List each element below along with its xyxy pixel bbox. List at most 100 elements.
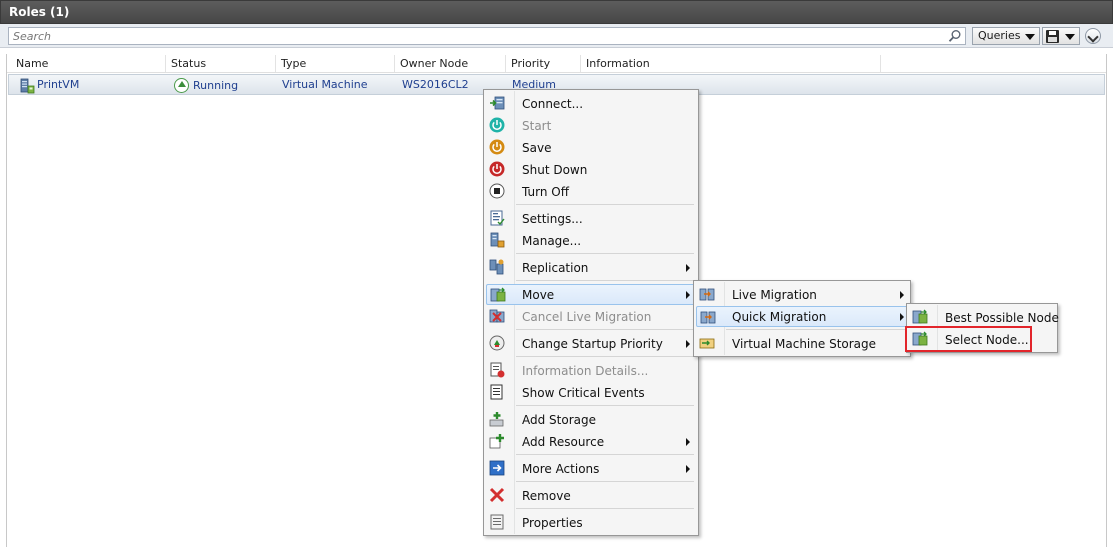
running-status-icon xyxy=(174,78,189,93)
menu-item-add-resource[interactable]: Add Resource xyxy=(486,431,696,452)
chevron-down-icon xyxy=(1025,34,1035,40)
menu-item-connect[interactable]: Connect... xyxy=(486,93,696,114)
context-menu: Connect... Start Save Shut Down Turn Off… xyxy=(483,89,699,536)
column-divider[interactable] xyxy=(275,55,276,72)
virtual-machine-icon xyxy=(20,78,35,94)
submenu-arrow-icon xyxy=(686,465,690,473)
column-header-owner-node[interactable]: Owner Node xyxy=(400,57,468,70)
role-status: Running xyxy=(193,79,239,92)
quick-migration-icon xyxy=(700,311,716,324)
menu-item-quick-migration[interactable]: Quick Migration xyxy=(696,306,908,327)
column-divider[interactable] xyxy=(505,55,506,72)
menu-separator xyxy=(516,204,694,205)
search-icon[interactable] xyxy=(948,29,962,43)
roles-title-bar: Roles (1) xyxy=(0,0,1113,24)
shutdown-icon xyxy=(489,161,505,177)
panel-title: Roles (1) xyxy=(9,5,70,19)
queries-button[interactable]: Queries xyxy=(972,27,1040,45)
menu-item-label: Properties xyxy=(522,516,583,530)
menu-item-more-actions[interactable]: More Actions xyxy=(486,458,696,479)
menu-item-label: Add Storage xyxy=(522,413,596,427)
menu-item-label: Change Startup Priority xyxy=(522,337,663,351)
menu-separator xyxy=(516,405,694,406)
menu-item-label: More Actions xyxy=(522,462,600,476)
column-header-priority[interactable]: Priority xyxy=(511,57,550,70)
submenu-arrow-icon xyxy=(686,291,690,299)
menu-item-shut-down[interactable]: Shut Down xyxy=(486,159,696,180)
expand-collapse-button[interactable] xyxy=(1085,28,1101,44)
queries-label: Queries xyxy=(978,29,1021,42)
best-node-icon xyxy=(912,309,928,324)
menu-item-label: Information Details... xyxy=(522,364,649,378)
menu-item-add-storage[interactable]: Add Storage xyxy=(486,409,696,430)
submenu-arrow-icon xyxy=(686,264,690,272)
menu-item-label: Quick Migration xyxy=(732,310,827,324)
menu-item-remove[interactable]: Remove xyxy=(486,485,696,506)
more-actions-icon xyxy=(489,460,505,476)
menu-separator xyxy=(516,481,694,482)
cancel-migration-icon xyxy=(489,309,505,323)
menu-separator xyxy=(726,329,908,330)
menu-item-label: Manage... xyxy=(522,234,582,248)
menu-item-label: Replication xyxy=(522,261,589,275)
critical-events-icon xyxy=(490,384,503,400)
menu-item-best-possible-node[interactable]: Best Possible Node xyxy=(909,307,1059,328)
column-divider[interactable] xyxy=(165,55,166,72)
select-node-highlight-box xyxy=(905,326,1032,352)
floppy-disk-icon xyxy=(1046,30,1059,43)
menu-item-start[interactable]: Start xyxy=(486,115,696,136)
search-toolbar: Queries xyxy=(0,24,1113,48)
menu-item-cancel-live-migration[interactable]: Cancel Live Migration xyxy=(486,306,696,327)
remove-icon xyxy=(489,487,505,503)
column-header-name[interactable]: Name xyxy=(16,57,48,70)
menu-item-turn-off[interactable]: Turn Off xyxy=(486,181,696,202)
settings-icon xyxy=(490,210,505,226)
save-query-button[interactable] xyxy=(1042,27,1080,45)
menu-item-label: Settings... xyxy=(522,212,583,226)
menu-separator xyxy=(516,329,694,330)
manage-icon xyxy=(490,232,505,248)
column-divider[interactable] xyxy=(580,55,581,72)
menu-item-live-migration[interactable]: Live Migration xyxy=(696,284,908,305)
menu-separator xyxy=(516,356,694,357)
grid-header: Name Status Type Owner Node Priority Inf… xyxy=(7,54,1106,73)
menu-item-properties[interactable]: Properties xyxy=(486,512,696,533)
turnoff-icon xyxy=(489,183,505,199)
search-box[interactable] xyxy=(8,27,966,45)
menu-item-change-startup-priority[interactable]: Change Startup Priority xyxy=(486,333,696,354)
menu-separator xyxy=(516,508,694,509)
column-header-information[interactable]: Information xyxy=(586,57,650,70)
menu-item-replication[interactable]: Replication xyxy=(486,257,696,278)
add-storage-icon xyxy=(489,412,504,427)
menu-item-label: Show Critical Events xyxy=(522,386,645,400)
menu-item-settings[interactable]: Settings... xyxy=(486,208,696,229)
start-icon xyxy=(489,117,505,133)
chevron-down-icon xyxy=(1065,34,1075,40)
menu-item-information-details[interactable]: Information Details... xyxy=(486,360,696,381)
column-header-type[interactable]: Type xyxy=(281,57,306,70)
menu-item-move[interactable]: Move xyxy=(486,284,696,305)
column-header-status[interactable]: Status xyxy=(171,57,206,70)
role-name[interactable]: PrintVM xyxy=(37,78,79,91)
menu-item-manage[interactable]: Manage... xyxy=(486,230,696,251)
menu-item-show-critical-events[interactable]: Show Critical Events xyxy=(486,382,696,403)
add-resource-icon xyxy=(489,434,504,449)
menu-separator xyxy=(516,253,694,254)
menu-item-virtual-machine-storage[interactable]: Virtual Machine Storage xyxy=(696,333,908,354)
connect-icon xyxy=(490,96,505,110)
menu-item-label: Move xyxy=(522,288,555,302)
menu-item-label: Shut Down xyxy=(522,163,588,177)
submenu-arrow-icon xyxy=(900,313,904,321)
move-submenu: Live Migration Quick Migration Virtual M… xyxy=(693,280,911,357)
move-icon xyxy=(490,287,506,302)
menu-item-label: Remove xyxy=(522,489,571,503)
search-input[interactable] xyxy=(9,28,939,44)
role-type: Virtual Machine xyxy=(282,78,368,91)
menu-item-save[interactable]: Save xyxy=(486,137,696,158)
properties-icon xyxy=(490,514,504,530)
menu-item-label: Connect... xyxy=(522,97,584,111)
column-divider[interactable] xyxy=(394,55,395,72)
column-divider[interactable] xyxy=(880,55,881,72)
menu-item-label: Add Resource xyxy=(522,435,605,449)
submenu-arrow-icon xyxy=(686,340,690,348)
